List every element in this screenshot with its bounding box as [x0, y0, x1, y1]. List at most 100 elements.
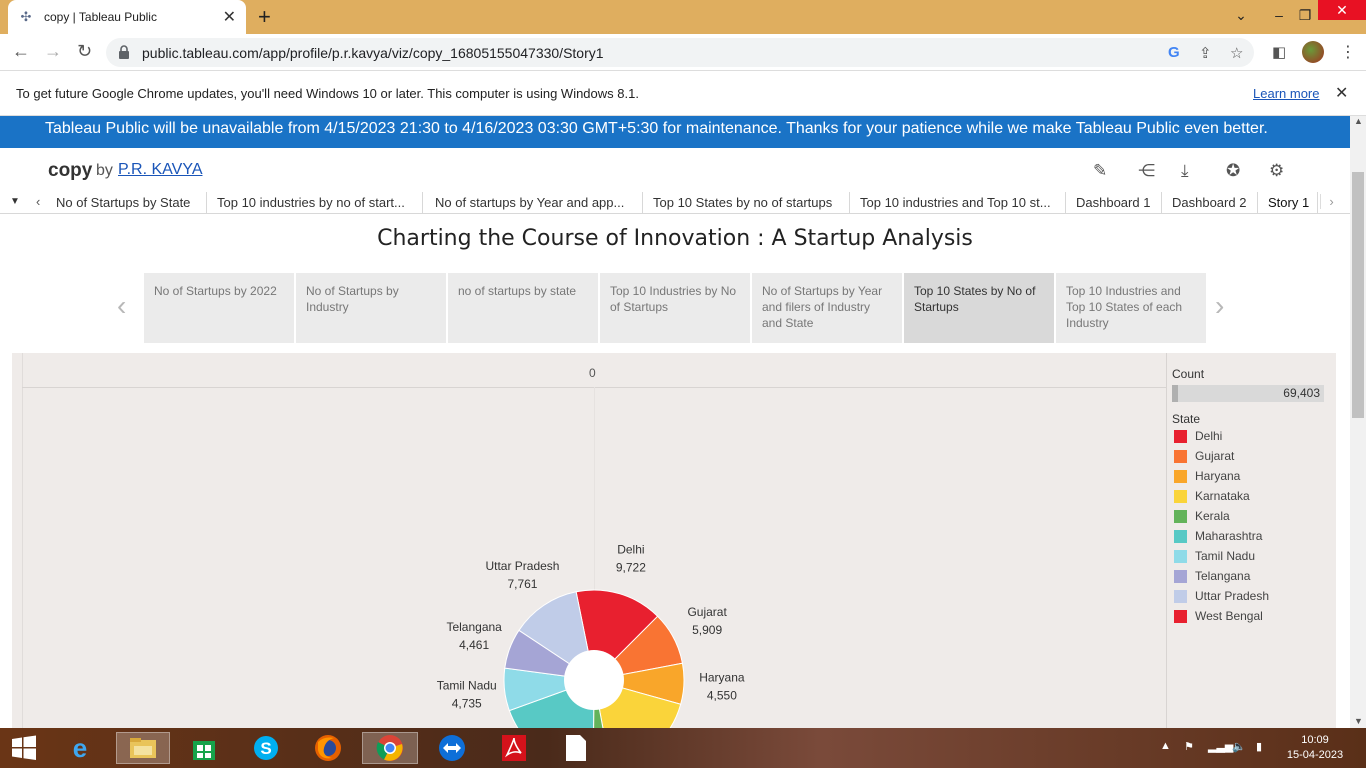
pie-label-name: Uttar Pradesh — [485, 559, 559, 573]
legend-label: West Bengal — [1195, 609, 1263, 623]
browser-tab[interactable]: ✣ copy | Tableau Public ✕ — [8, 0, 246, 34]
chrome-icon[interactable] — [362, 732, 418, 764]
forward-icon[interactable]: → — [44, 41, 62, 62]
address-bar[interactable]: public.tableau.com/app/profile/p.r.kavya… — [106, 38, 1254, 67]
scroll-up-icon[interactable]: ▲ — [1354, 116, 1363, 126]
story-point[interactable]: No of Startups by Industry — [296, 273, 446, 343]
legend-item[interactable]: Telangana — [1172, 566, 1332, 586]
sheet-tab[interactable]: No of startups by Year and app... — [427, 192, 643, 213]
legend-item[interactable]: Karnataka — [1172, 486, 1332, 506]
chrome-menu-icon[interactable]: ⋮ — [1340, 42, 1356, 62]
google-translate-icon[interactable]: G — [1168, 44, 1180, 61]
share-icon[interactable]: ⇪ — [1199, 44, 1212, 62]
tray-expand-icon[interactable]: ▲ — [1160, 740, 1171, 752]
story-point[interactable]: No of Startups by Year and filers of Ind… — [752, 273, 902, 343]
windows-taskbar: e S ▲ ⚑ ▂▃▅ 🔈 ▮ 10:09 15-04-2023 — [0, 728, 1366, 768]
reload-icon[interactable]: ↻ — [77, 41, 92, 62]
tabs-menu-icon[interactable]: ▼ — [10, 196, 20, 207]
learn-more-link[interactable]: Learn more — [1253, 86, 1319, 101]
page-scrollbar[interactable]: ▲ ▼ — [1350, 116, 1366, 728]
infobar-message: To get future Google Chrome updates, you… — [16, 86, 639, 101]
legend-label: Telangana — [1195, 569, 1251, 583]
download-icon[interactable]: ⤓ — [1181, 161, 1189, 181]
tabs-next-icon[interactable]: › — [1320, 194, 1342, 209]
legend: Count 69,403 State Delhi Gujarat Haryana Ka… — [1172, 367, 1332, 626]
sheet-tab[interactable]: Top 10 industries by no of start... — [209, 192, 423, 213]
edit-icon[interactable]: ✎ — [1093, 161, 1107, 181]
close-infobar-icon[interactable]: ✕ — [1335, 83, 1348, 103]
volume-icon[interactable]: 🔈 — [1232, 740, 1246, 753]
legend-swatch — [1174, 469, 1187, 483]
svg-text:S: S — [260, 739, 271, 758]
back-icon[interactable]: ← — [12, 41, 30, 62]
sheet-tab-active[interactable]: Story 1 — [1260, 192, 1318, 213]
legend-swatch — [1174, 449, 1187, 463]
battery-icon[interactable]: ▮ — [1256, 740, 1262, 753]
pie-chart[interactable]: Delhi 9,722 Gujarat 5,909 Haryana 4,550 Tamil … — [12, 353, 1172, 728]
story-point[interactable]: Top 10 Industries and Top 10 States of e… — [1056, 273, 1206, 343]
tab-search-icon[interactable]: ⌄ — [1226, 0, 1256, 30]
share-icon[interactable]: ⋲ — [1138, 161, 1155, 181]
tabs-prev-icon[interactable]: ‹ — [36, 194, 40, 209]
state-legend-title: State — [1172, 412, 1201, 426]
legend-item[interactable]: Kerala — [1172, 506, 1332, 526]
legend-item[interactable]: Maharashtra — [1172, 526, 1332, 546]
legend-item[interactable]: Tamil Nadu — [1172, 546, 1332, 566]
side-panel-icon[interactable]: ◧ — [1272, 43, 1286, 61]
browser-toolbar: ← → ↻ public.tableau.com/app/profile/p.r… — [0, 34, 1366, 71]
blank-document-icon[interactable] — [558, 732, 594, 764]
sheet-tab[interactable]: Dashboard 1 — [1068, 192, 1162, 213]
story-prev-arrow-icon[interactable]: ‹ — [117, 290, 126, 322]
legend-swatch — [1174, 429, 1187, 443]
sheet-tabs: ▼ ‹ No of Startups by State Top 10 indus… — [0, 192, 1350, 214]
profile-avatar[interactable] — [1302, 41, 1324, 63]
firefox-icon[interactable] — [310, 732, 346, 764]
internet-explorer-icon[interactable]: e — [62, 732, 98, 764]
system-clock[interactable]: 10:09 15-04-2023 — [1280, 733, 1350, 763]
close-tab-icon[interactable]: ✕ — [223, 7, 236, 27]
settings-gear-icon[interactable]: ⚙ — [1269, 161, 1284, 181]
url-text: public.tableau.com/app/profile/p.r.kavya… — [142, 45, 604, 61]
new-tab-button[interactable]: + — [258, 4, 271, 30]
legend-item[interactable]: West Bengal — [1172, 606, 1332, 626]
story-point-active[interactable]: Top 10 States by No of Startups — [904, 273, 1054, 343]
scroll-down-icon[interactable]: ▼ — [1354, 716, 1363, 726]
pie-label-name: Haryana — [699, 670, 745, 684]
skype-icon[interactable]: S — [248, 732, 284, 764]
story-point[interactable]: No of Startups by 2022 — [144, 273, 294, 343]
sheet-tab[interactable]: Top 10 industries and Top 10 st... — [852, 192, 1066, 213]
story-next-arrow-icon[interactable]: › — [1215, 290, 1224, 322]
legend-item[interactable]: Gujarat — [1172, 446, 1332, 466]
teamviewer-icon[interactable] — [434, 732, 470, 764]
author-link[interactable]: P.R. KAVYA — [118, 161, 202, 179]
scrollbar-thumb[interactable] — [1352, 172, 1364, 418]
sheet-tab[interactable]: Dashboard 2 — [1164, 192, 1258, 213]
file-explorer-icon[interactable] — [116, 732, 170, 764]
legend-label: Karnataka — [1195, 489, 1250, 503]
legend-swatch — [1174, 529, 1187, 543]
sheet-tab[interactable]: Top 10 States by no of startups — [645, 192, 850, 213]
action-center-flag-icon[interactable]: ⚑ — [1184, 740, 1194, 753]
legend-label: Kerala — [1195, 509, 1230, 523]
legend-swatch — [1174, 589, 1187, 603]
pie-label-value: 9,722 — [616, 560, 646, 574]
legend-item[interactable]: Haryana — [1172, 466, 1332, 486]
favorite-badge-icon[interactable]: ✪ — [1226, 161, 1240, 181]
restore-icon[interactable]: ❐ — [1290, 0, 1320, 30]
windows-store-icon[interactable] — [186, 732, 222, 764]
story-point[interactable]: no of startups by state — [448, 273, 598, 343]
sheet-tab[interactable]: No of Startups by State — [48, 192, 207, 213]
bookmark-star-icon[interactable]: ☆ — [1230, 44, 1243, 62]
pie-label-name: Delhi — [617, 542, 644, 556]
close-window-icon[interactable]: ✕ — [1318, 0, 1366, 20]
pie-label-value: 5,909 — [692, 623, 722, 637]
acrobat-reader-icon[interactable] — [496, 732, 532, 764]
story-point[interactable]: Top 10 Industries by No of Startups — [600, 273, 750, 343]
legend-item[interactable]: Uttar Pradesh — [1172, 586, 1332, 606]
windows-start-icon[interactable] — [6, 732, 42, 764]
pie-label-value: 4,735 — [452, 697, 482, 711]
network-signal-icon[interactable]: ▂▃▅ — [1208, 740, 1233, 753]
legend-item[interactable]: Delhi — [1172, 426, 1332, 446]
pie-label-value: 4,550 — [707, 688, 737, 702]
tableau-favicon-icon: ✣ — [20, 9, 32, 24]
